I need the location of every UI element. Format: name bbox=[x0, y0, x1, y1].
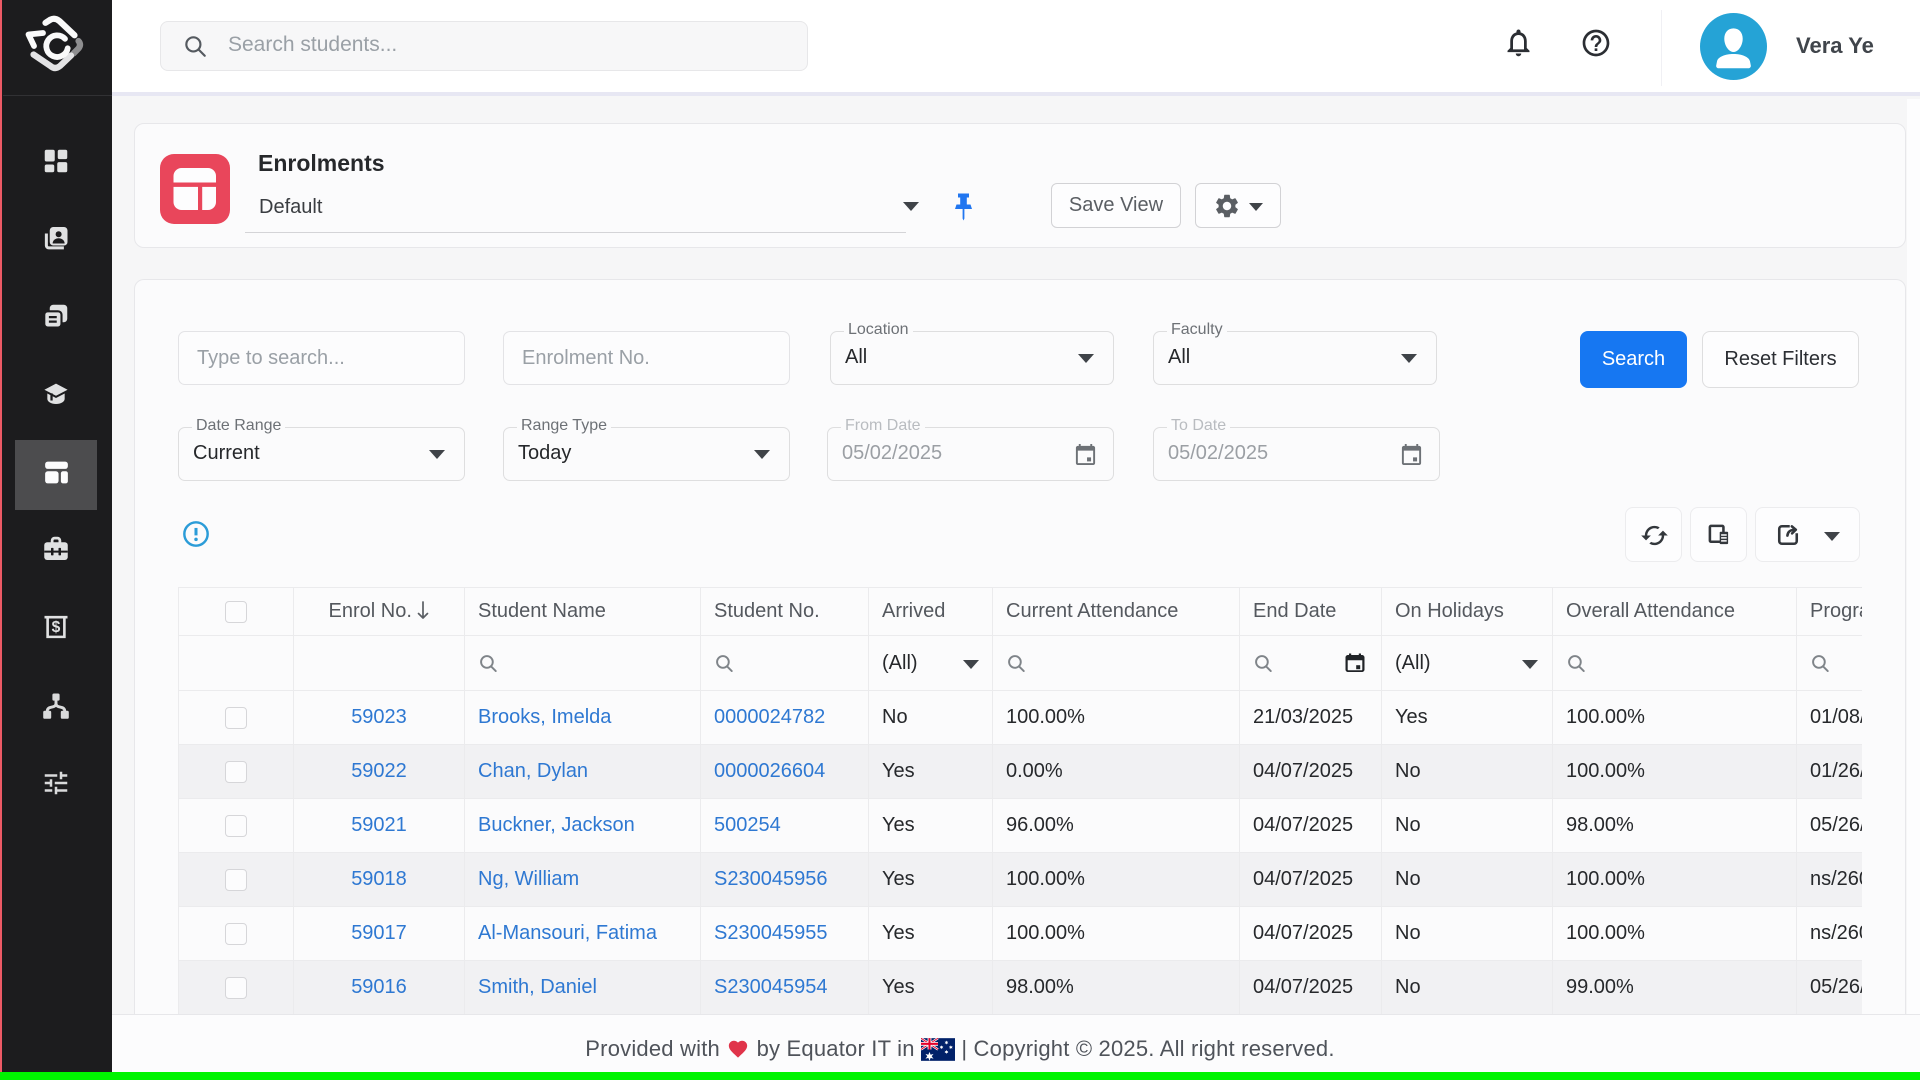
svg-text:$: $ bbox=[52, 619, 61, 636]
